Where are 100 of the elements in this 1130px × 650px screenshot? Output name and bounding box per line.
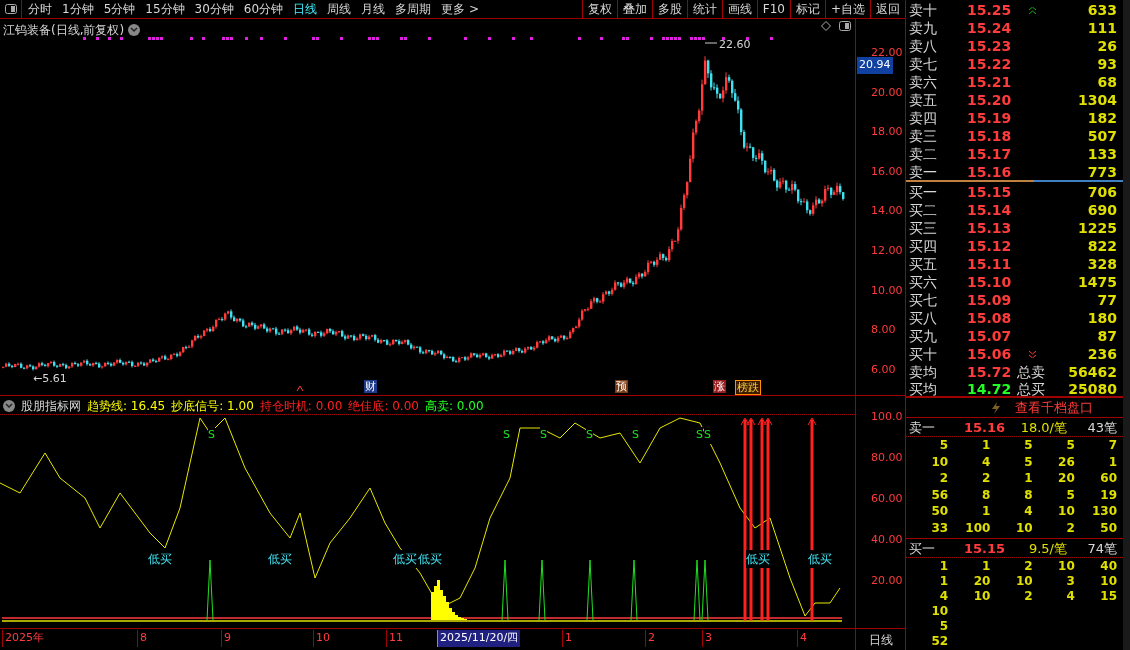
- indicator-name: 股朋指标网: [21, 398, 81, 415]
- period-tab[interactable]: 15分钟: [145, 0, 185, 18]
- queue-price: 15.15: [964, 540, 1007, 558]
- order-price: 15.21: [967, 73, 1013, 92]
- toolbar-button[interactable]: 统计: [686, 0, 722, 19]
- queue-order-cell-text: 5: [938, 438, 949, 455]
- toolbar-button[interactable]: 多股: [651, 0, 687, 19]
- order-price: 15.24: [967, 19, 1013, 38]
- order-price: 15.10: [967, 272, 1013, 292]
- order-volume: 133: [1086, 145, 1117, 164]
- order-price: 15.16: [967, 163, 1013, 182]
- order-volume: 706: [1086, 182, 1117, 202]
- order-level-label: 买六: [909, 272, 938, 292]
- price-tick-label: 6.00: [871, 361, 896, 378]
- toolbar-button[interactable]: 复权: [581, 0, 617, 19]
- order-level-label: 卖一: [909, 163, 938, 182]
- toolbar-button[interactable]: 叠加: [616, 0, 652, 19]
- order-level-label: 卖五: [909, 91, 938, 110]
- price-tick-label: 8.00: [871, 322, 896, 339]
- queue-order-cell-text: 40: [1099, 559, 1117, 574]
- period-tab[interactable]: 更多 >: [441, 0, 479, 18]
- order-level-label: 买二: [909, 200, 938, 220]
- order-volume: 1225: [1077, 218, 1117, 238]
- price-tick-label: 22.00: [871, 45, 903, 60]
- event-marker[interactable]: 涨: [713, 380, 726, 393]
- period-tab[interactable]: 多周期: [395, 0, 432, 18]
- event-marker[interactable]: 预: [615, 380, 628, 393]
- panel-toggle-icon[interactable]: [4, 4, 17, 14]
- date-label: 2025/11/20/四: [437, 630, 521, 647]
- order-level-label: 买三: [909, 218, 938, 238]
- queue-order-cell-text: 130: [1090, 504, 1117, 521]
- order-volume: 507: [1086, 127, 1117, 146]
- toolbar-button[interactable]: +自选: [824, 0, 870, 19]
- period-tab[interactable]: 分时: [28, 0, 52, 18]
- event-marker[interactable]: 财: [364, 380, 377, 393]
- order-volume: 68: [1096, 73, 1117, 92]
- event-marker[interactable]: 榜跌: [735, 380, 761, 395]
- period-tab[interactable]: 日线: [293, 0, 318, 18]
- diamond-icon[interactable]: [821, 21, 831, 31]
- date-label: 3: [702, 630, 712, 647]
- period-tab[interactable]: 1分钟: [62, 0, 94, 18]
- queue-order-cell-text: 56: [930, 487, 949, 504]
- period-tab[interactable]: 30分钟: [194, 0, 234, 18]
- order-level-label: 卖九: [909, 19, 938, 38]
- queue-average: 18.0/笔: [1019, 419, 1067, 438]
- indicator-value: 绝佳底: 0.00: [348, 398, 419, 415]
- price-tick-label: 10.00: [871, 282, 903, 299]
- order-volume: 1475: [1077, 272, 1117, 292]
- queue-order-cell-text: 1: [1023, 471, 1033, 488]
- period-tab[interactable]: 60分钟: [243, 0, 284, 18]
- queue-order-cell-text: 1: [938, 574, 949, 589]
- date-label: 11: [386, 630, 403, 647]
- order-level-label: 卖七: [909, 55, 938, 74]
- toolbar-button[interactable]: 画线: [721, 0, 757, 19]
- date-label: 9: [221, 630, 231, 647]
- high-price-label: 22.60: [719, 37, 751, 53]
- lightning-icon: [991, 401, 1001, 414]
- order-volume: 87: [1096, 326, 1117, 346]
- order-volume: 182: [1086, 109, 1117, 128]
- order-volume: 1304: [1077, 91, 1117, 110]
- summary-price: 14.72: [967, 379, 1013, 399]
- indicator-value: 高卖: 0.00: [424, 398, 484, 415]
- queue-order-cell-text: 4: [1065, 589, 1075, 604]
- order-volume: 26: [1096, 37, 1117, 56]
- queue-order-cell-text: 19: [1099, 487, 1117, 504]
- order-price: 15.13: [967, 218, 1013, 238]
- toolbar-button[interactable]: F10: [756, 0, 790, 19]
- order-volume: 93: [1096, 55, 1117, 74]
- period-tab[interactable]: 5分钟: [103, 0, 136, 18]
- view-depth-button[interactable]: 查看千档盘口: [1015, 397, 1093, 418]
- sell-signal-label: S: [704, 427, 711, 444]
- period-tab[interactable]: 周线: [327, 0, 352, 18]
- queue-order-cell-text: 7: [1107, 438, 1117, 455]
- dropdown-icon[interactable]: [3, 400, 15, 412]
- queue-order-cell-text: 2: [1065, 520, 1075, 537]
- summary-label: 买均: [909, 379, 938, 399]
- queue-order-cell-text: 52: [930, 634, 949, 649]
- order-price: 15.08: [967, 308, 1013, 328]
- queue-price: 15.16: [964, 419, 1007, 438]
- order-price: 15.22: [967, 55, 1013, 74]
- price-tick-label: 14.00: [871, 203, 903, 220]
- order-volume: 773: [1086, 163, 1117, 182]
- queue-order-cell-text: 20: [1057, 471, 1075, 488]
- order-volume: 180: [1086, 308, 1117, 328]
- order-price: 15.15: [967, 182, 1013, 202]
- date-label: 2025年: [2, 630, 44, 647]
- dropdown-icon[interactable]: [128, 24, 141, 36]
- period-tab[interactable]: 月线: [361, 0, 386, 18]
- order-volume: 822: [1086, 236, 1117, 256]
- toolbar-button[interactable]: 返回: [870, 0, 905, 19]
- date-label: 10: [313, 630, 330, 647]
- summary-label: 总买: [1017, 379, 1046, 399]
- panel-toggle-icon[interactable]: [839, 21, 851, 31]
- buy-signal-label: 低买: [393, 550, 417, 568]
- queue-order-cell-text: 1: [981, 438, 991, 455]
- queue-order-cell-text: 8: [981, 487, 991, 504]
- toolbar-button[interactable]: 标记: [789, 0, 825, 19]
- period-label: 日线: [868, 631, 893, 649]
- order-price: 15.20: [967, 91, 1013, 110]
- order-level-label: 卖六: [909, 73, 938, 92]
